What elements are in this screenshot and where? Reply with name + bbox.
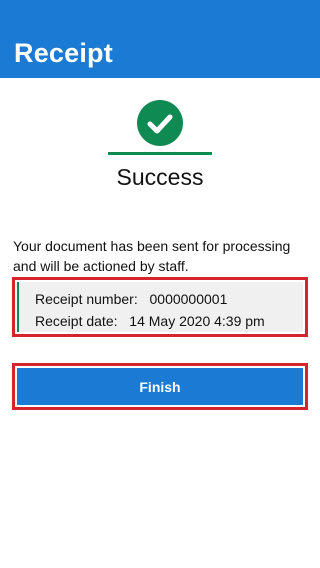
- receipt-details-panel: Receipt number: 0000000001 Receipt date:…: [17, 282, 303, 332]
- receipt-number-value: 0000000001: [149, 291, 228, 307]
- confirmation-message: Your document has been sent for processi…: [13, 238, 291, 274]
- receipt-number-row: Receipt number: 0000000001: [35, 288, 303, 310]
- receipt-date-value: 14 May 2020 4:39 pm: [129, 313, 265, 329]
- finish-button-highlight: Finish: [12, 363, 308, 410]
- receipt-details-box: Receipt number: 0000000001 Receipt date:…: [12, 277, 308, 337]
- status-heading: Success: [116, 164, 204, 190]
- receipt-date-row: Receipt date: 14 May 2020 4:39 pm: [35, 310, 303, 332]
- app-header: Receipt: [0, 0, 320, 78]
- check-circle-icon: [137, 100, 183, 146]
- page-title: Receipt: [14, 38, 113, 68]
- finish-button[interactable]: Finish: [17, 368, 303, 405]
- receipt-date-label: Receipt date:: [35, 313, 118, 329]
- receipt-number-label: Receipt number:: [35, 291, 138, 307]
- status-divider: [108, 152, 212, 155]
